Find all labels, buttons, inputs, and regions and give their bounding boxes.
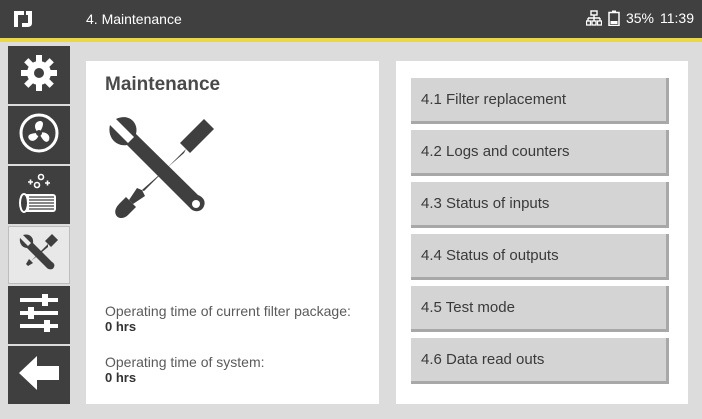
menu-item-data-read-outs[interactable]: 4.6 Data read outs — [411, 338, 669, 384]
system-operating-time-label: Operating time of system: — [105, 354, 265, 370]
sliders-icon — [18, 292, 60, 339]
page-title: 4. Maintenance — [86, 11, 182, 27]
maintenance-tools-icon — [17, 231, 61, 280]
filter-operating-time-label: Operating time of current filter package… — [105, 303, 351, 319]
menu-item-test-mode[interactable]: 4.5 Test mode — [411, 286, 669, 332]
system-operating-time: Operating time of system: 0 hrs — [105, 354, 265, 385]
maintenance-tools-icon — [104, 113, 214, 226]
system-operating-time-value: 0 hrs — [105, 370, 137, 385]
maintenance-info-panel: Maintenance Operating time of current fi… — [86, 61, 379, 404]
top-bar: 4. Maintenance 35% 11:39 — [0, 0, 702, 42]
gear-icon — [19, 53, 59, 98]
filter-operating-time: Operating time of current filter package… — [105, 303, 351, 334]
menu-item-filter-replacement[interactable]: 4.1 Filter replacement — [411, 78, 669, 124]
sidebar-item-fan[interactable] — [8, 106, 70, 164]
battery-icon — [608, 10, 620, 26]
maintenance-menu-panel: 4.1 Filter replacement 4.2 Logs and coun… — [396, 61, 688, 404]
sidebar-item-settings[interactable] — [8, 46, 70, 104]
clock: 11:39 — [660, 10, 694, 26]
sidebar-item-settings-sliders[interactable] — [8, 286, 70, 344]
menu-item-status-of-outputs[interactable]: 4.4 Status of outputs — [411, 234, 669, 280]
sidebar-item-maintenance[interactable] — [8, 226, 70, 284]
sidebar — [0, 42, 72, 419]
menu-item-status-of-inputs[interactable]: 4.3 Status of inputs — [411, 182, 669, 228]
accent-stripe — [0, 38, 702, 42]
battery-level: 35% — [625, 10, 654, 26]
panel-heading: Maintenance — [105, 74, 221, 95]
sidebar-item-filter-cleaning[interactable] — [8, 166, 70, 224]
status-area: 35% 11:39 — [585, 10, 694, 26]
back-arrow-icon — [17, 353, 61, 398]
back-button[interactable] — [8, 346, 70, 404]
filter-cleaning-icon — [16, 170, 62, 221]
network-icon — [585, 10, 602, 26]
fan-icon — [18, 112, 60, 159]
filter-operating-time-value: 0 hrs — [105, 319, 137, 334]
menu-item-logs-and-counters[interactable]: 4.2 Logs and counters — [411, 130, 669, 176]
brand-logo-icon — [12, 9, 34, 29]
